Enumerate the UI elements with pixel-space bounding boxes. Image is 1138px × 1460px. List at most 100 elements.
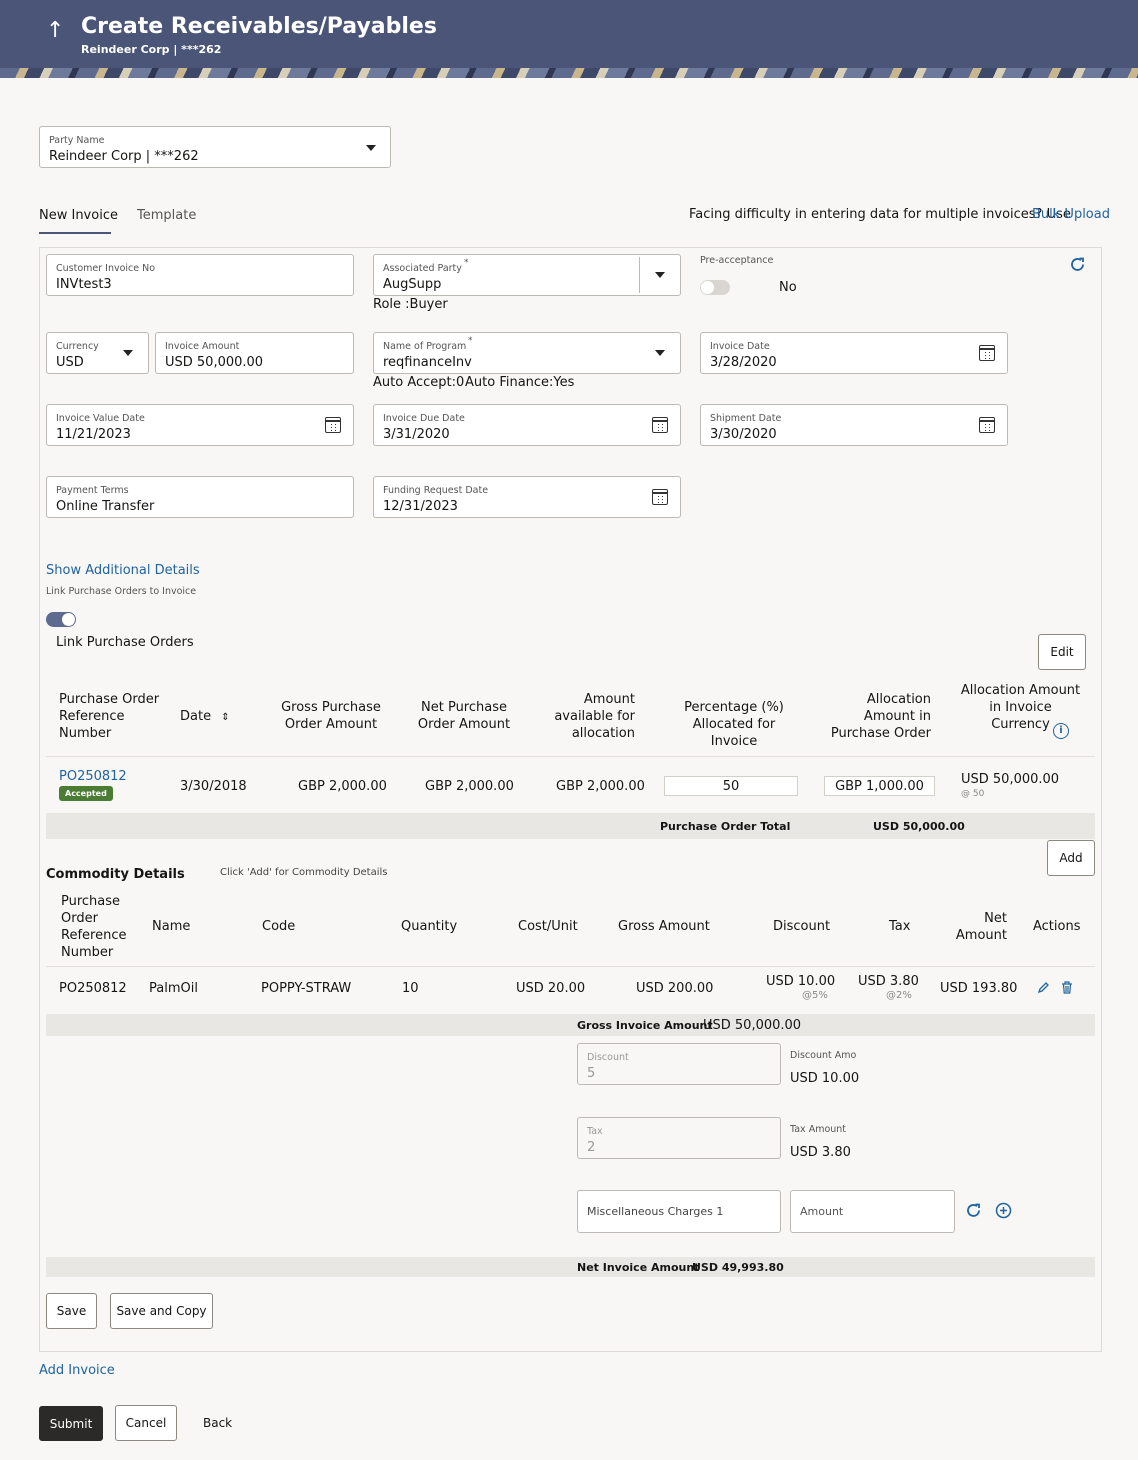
po-col-date-label: Date [180,709,212,724]
link-po-label: Link Purchase Orders to Invoice [46,586,197,597]
calendar-icon[interactable] [979,417,995,433]
misc-amount-field[interactable]: Amount [790,1190,955,1233]
edit-pencil-icon[interactable] [1037,980,1049,994]
gross-invoice-value: USD 50,000.00 [703,1018,802,1033]
status-badge: Accepted [59,786,113,801]
tax-amount-label: Tax Amount [790,1124,847,1135]
calendar-icon[interactable] [325,417,341,433]
com-col-net: Net Amount [955,911,1007,943]
save-button[interactable]: Save [46,1293,97,1329]
invoice-value-date-label: Invoice Value Date [56,413,145,424]
alloc-po-input[interactable]: GBP 1,000.00 [824,776,935,796]
program-value: reqfinanceInv [383,355,472,370]
required-marker: * [468,336,473,346]
program-label: Name of Program [383,341,467,352]
save-and-copy-button[interactable]: Save and Copy [110,1293,213,1329]
discount-field[interactable]: Discount 5 [577,1043,781,1085]
auto-finance-text: Auto Finance:Yes [465,375,575,390]
edit-button[interactable]: Edit [1038,634,1086,670]
pre-acceptance-toggle[interactable] [700,280,730,295]
refresh-icon[interactable] [1069,256,1086,273]
currency-value: USD [56,355,84,370]
funding-request-date-field[interactable]: Funding Request Date 12/31/2023 [373,476,681,518]
misc-charges-field[interactable]: Miscellaneous Charges 1 [577,1190,781,1233]
currency-select[interactable]: Currency USD [46,332,149,374]
invoice-value-date-field[interactable]: Invoice Value Date 11/21/2023 [46,404,354,446]
link-po-toggle[interactable] [46,612,76,627]
refresh-icon[interactable] [965,1202,982,1219]
calendar-icon[interactable] [652,417,668,433]
calendar-icon[interactable] [652,489,668,505]
po-date: 3/30/2018 [180,779,247,794]
up-arrow-icon[interactable]: ↑ [46,18,64,43]
payment-terms-label: Payment Terms [56,485,129,496]
discount-value: 5 [587,1066,596,1081]
toggle-knob [62,613,75,626]
toggle-knob [701,281,714,294]
com-discount-rate: @5% [802,990,828,1001]
party-name-select[interactable]: Party Name Reindeer Corp | ***262 [39,126,391,168]
back-button[interactable]: Back [203,1416,232,1430]
payment-terms-value: Online Transfer [56,499,155,514]
customer-invoice-no-label: Customer Invoice No [56,263,156,274]
show-additional-details-link[interactable]: Show Additional Details [46,563,200,578]
invoice-date-label: Invoice Date [710,341,770,352]
payment-terms-field[interactable]: Payment Terms Online Transfer [46,476,354,518]
misc-amount-placeholder: Amount [800,1205,844,1218]
divider [639,257,640,293]
tab-new-invoice[interactable]: New Invoice [39,208,118,223]
tax-label: Tax [587,1126,603,1137]
trash-icon[interactable] [1061,980,1073,994]
net-invoice-value: USD 49,993.80 [692,1261,784,1274]
tab-template[interactable]: Template [137,208,196,223]
tax-value: 2 [587,1140,596,1155]
role-text: Role :Buyer [373,297,448,312]
com-col-tax: Tax [889,919,911,934]
po-col-date[interactable]: Date ⇕ [180,708,230,726]
invoice-due-date-field[interactable]: Invoice Due Date 3/31/2020 [373,404,681,446]
gross-band [46,1014,1095,1036]
cancel-button[interactable]: Cancel [115,1405,177,1441]
associated-party-value: AugSupp [383,277,442,292]
calendar-icon[interactable] [979,345,995,361]
po-alloc-inv-rate: @ 50 [961,789,985,799]
po-total-label: Purchase Order Total [660,820,791,833]
sort-icon[interactable]: ⇕ [221,712,229,723]
com-col-gross: Gross Amount [618,919,710,934]
program-select[interactable]: Name of Program * reqfinanceInv [373,332,681,374]
shipment-date-field[interactable]: Shipment Date 3/30/2020 [700,404,1008,446]
add-invoice-link[interactable]: Add Invoice [39,1363,115,1378]
percentage-input[interactable]: 50 [664,776,798,796]
chevron-down-icon [366,145,376,151]
po-alloc-inv: USD 50,000.00 [961,772,1060,787]
discount-amount-value: USD 10.00 [790,1071,860,1086]
net-band [46,1257,1095,1277]
pre-acceptance-value: No [779,280,797,295]
bulk-upload-link[interactable]: Bulk Upload [1032,207,1110,222]
com-qty: 10 [402,981,419,996]
invoice-amount-label: Invoice Amount [165,341,240,352]
misc-charges-label: Miscellaneous Charges 1 [587,1205,724,1218]
customer-invoice-no-field[interactable]: Customer Invoice No INVtest3 [46,254,354,296]
com-name: PalmOil [149,981,198,996]
tax-field[interactable]: Tax 2 [577,1117,781,1159]
info-icon[interactable]: i [1053,723,1069,739]
invoice-amount-field[interactable]: Invoice Amount USD 50,000.00 [155,332,354,374]
com-col-cost: Cost/Unit [518,919,578,934]
invoice-date-value: 3/28/2020 [710,355,777,370]
com-col-discount: Discount [773,919,831,934]
add-commodity-button[interactable]: Add [1047,840,1095,876]
com-col-ref: Purchase Order Reference Number [61,894,127,960]
associated-party-select[interactable]: Associated Party * AugSupp [373,254,681,296]
invoice-date-field[interactable]: Invoice Date 3/28/2020 [700,332,1008,374]
add-circle-icon[interactable] [995,1202,1012,1219]
com-cost: USD 20.00 [516,981,586,996]
invoice-amount-value: USD 50,000.00 [165,355,264,370]
commodity-title: Commodity Details [46,867,185,882]
submit-button[interactable]: Submit [39,1406,103,1441]
commodity-hint: Click 'Add' for Commodity Details [220,867,388,878]
shipment-date-value: 3/30/2020 [710,427,777,442]
invoice-due-date-value: 3/31/2020 [383,427,450,442]
po-ref-link[interactable]: PO250812 [59,769,127,784]
com-gross: USD 200.00 [636,981,714,996]
